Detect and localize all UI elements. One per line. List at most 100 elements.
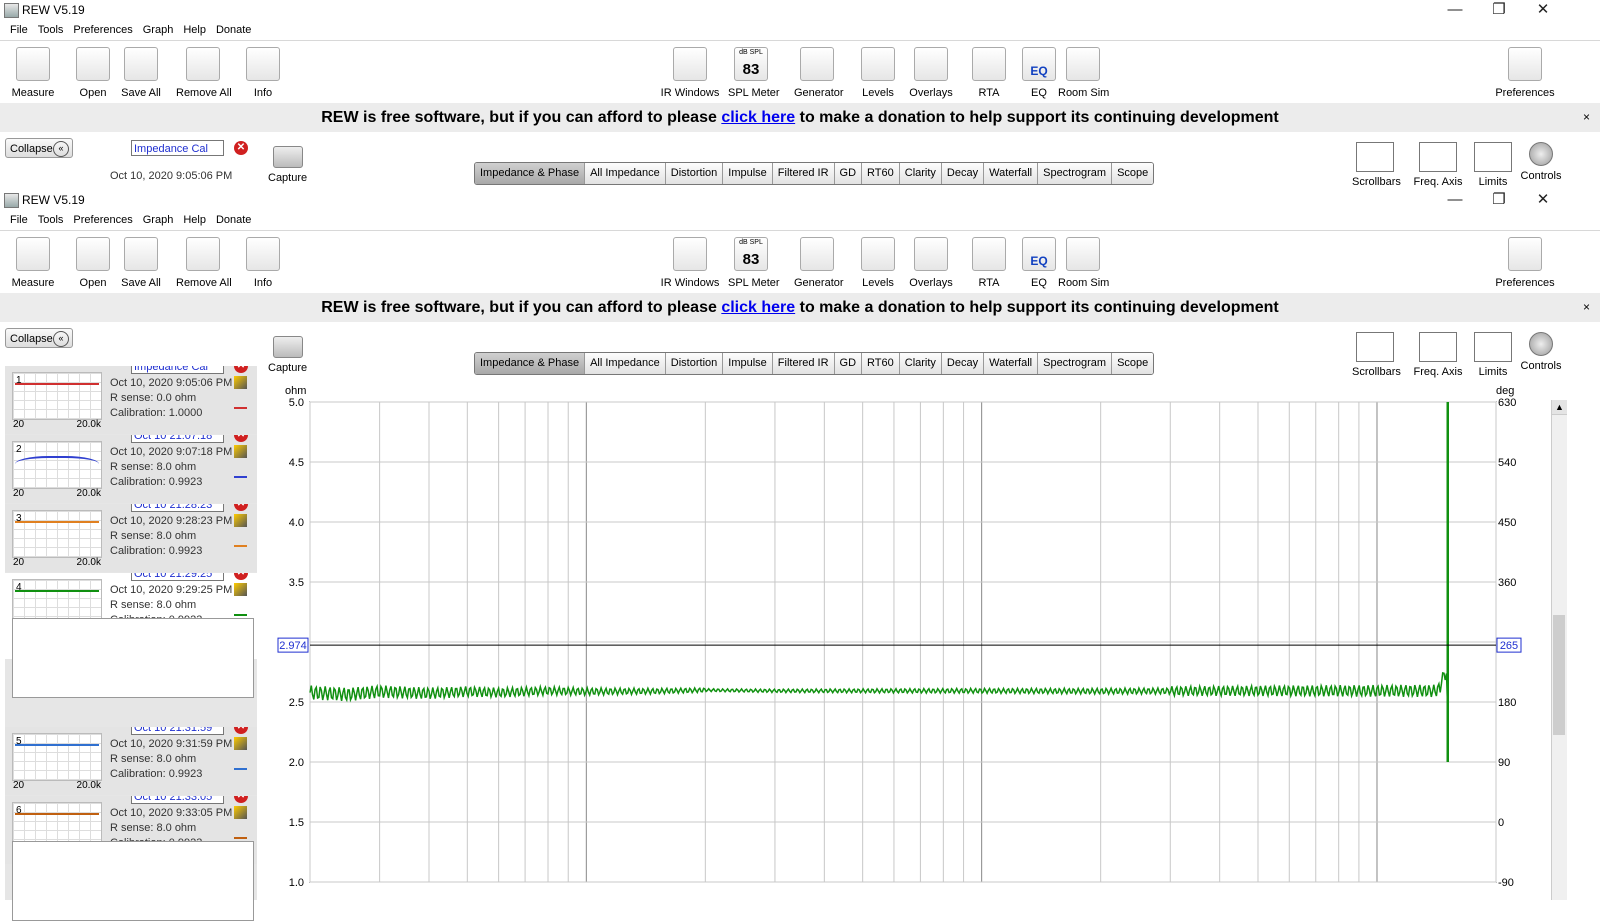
remove-measurement-icon[interactable]: ✕ [234, 573, 248, 580]
tab-waterfall[interactable]: Waterfall [984, 163, 1039, 184]
menu-help[interactable]: Help [183, 210, 206, 230]
controls-gear-button[interactable]: Controls [1518, 332, 1564, 372]
scrollbars-button[interactable]: Scrollbars [1352, 142, 1401, 188]
menu-donate[interactable]: Donate [216, 210, 251, 230]
rta-button[interactable]: RTA [966, 47, 1012, 99]
measure-button[interactable]: Measure [10, 237, 56, 289]
overlays-button[interactable]: Overlays [908, 237, 954, 289]
tab-distortion[interactable]: Distortion [665, 163, 724, 184]
minimize-button[interactable]: — [1432, 190, 1478, 210]
tab-filtered-ir[interactable]: Filtered IR [772, 353, 835, 374]
measurement-name-field[interactable]: Oct 10 21:31:59 [131, 727, 224, 735]
measurement-name-field[interactable]: Oct 10 21:33:05 [131, 796, 224, 804]
close-button[interactable]: ✕ [1520, 190, 1566, 210]
trace-color-icon[interactable] [234, 463, 247, 478]
scrollbars-button[interactable]: Scrollbars [1352, 332, 1401, 378]
tab-spectrogram[interactable]: Spectrogram [1038, 163, 1113, 184]
tab-gd[interactable]: GD [834, 163, 863, 184]
maximize-button[interactable]: ❐ [1476, 0, 1522, 20]
tab-scope[interactable]: Scope [1112, 163, 1154, 184]
remove-measurement-icon[interactable]: ✕ [234, 366, 248, 373]
menu-file[interactable]: File [10, 210, 28, 230]
capture-button[interactable]: Capture [268, 336, 307, 374]
collapse-button[interactable]: Collapse « [5, 138, 73, 158]
measurement-settings-icon[interactable] [234, 445, 247, 458]
tab-filtered-ir[interactable]: Filtered IR [772, 163, 835, 184]
remove-measurement-icon[interactable]: ✕ [234, 796, 248, 803]
banner-close-icon[interactable]: × [1583, 293, 1590, 322]
measurement-settings-icon[interactable] [234, 583, 247, 596]
tab-waterfall[interactable]: Waterfall [984, 353, 1039, 374]
menu-preferences[interactable]: Preferences [73, 210, 132, 230]
menu-tools[interactable]: Tools [38, 20, 64, 40]
rta-button[interactable]: RTA [966, 237, 1012, 289]
trace-color-icon[interactable] [234, 824, 247, 839]
menu-file[interactable]: File [10, 20, 28, 40]
tab-rt60[interactable]: RT60 [862, 163, 900, 184]
vertical-scrollbar[interactable]: ▲ [1551, 400, 1567, 900]
menu-graph[interactable]: Graph [143, 20, 174, 40]
tab-spectrogram[interactable]: Spectrogram [1038, 353, 1113, 374]
trace-color-icon[interactable] [234, 532, 247, 547]
menu-help[interactable]: Help [183, 20, 206, 40]
generator-button[interactable]: Generator [794, 237, 844, 289]
scroll-up-arrow[interactable]: ▲ [1552, 400, 1567, 415]
trace-color-icon[interactable] [234, 601, 247, 616]
menu-donate[interactable]: Donate [216, 20, 251, 40]
controls-gear-button[interactable]: Controls [1518, 142, 1564, 182]
close-button[interactable]: ✕ [1520, 0, 1566, 20]
tab-gd[interactable]: GD [834, 353, 863, 374]
measurement-name-field[interactable]: Oct 10 21:29:25 [131, 573, 224, 581]
tab-all-impedance[interactable]: All Impedance [585, 163, 666, 184]
spl-meter-button[interactable]: 83 dB SPL SPL Meter [728, 237, 780, 289]
freq-axis-button[interactable]: Freq. Axis [1410, 332, 1466, 378]
measurement-item[interactable]: 2 20 20.0k Oct 10, 2020 9:07:18 PM R sense: … [5, 435, 257, 503]
save-all-button[interactable]: Save All [118, 47, 164, 99]
minimize-button[interactable]: — [1432, 0, 1478, 20]
tab-impulse[interactable]: Impulse [723, 163, 773, 184]
measurement-settings-icon[interactable] [234, 737, 247, 750]
overlays-button[interactable]: Overlays [908, 47, 954, 99]
measurement-name-field[interactable]: Oct 10 21:28:23 [131, 504, 224, 512]
remove-all-button[interactable]: Remove All [176, 47, 232, 99]
menu-tools[interactable]: Tools [38, 210, 64, 230]
measurement-name-field[interactable]: Oct 10 21:07:18 [131, 435, 224, 443]
preferences-button[interactable]: Preferences [1494, 47, 1556, 99]
eq-button[interactable]: EQ EQ [1016, 47, 1062, 99]
measurement-name-field[interactable]: Impedance Cal [131, 366, 224, 374]
tab-impedance-phase[interactable]: Impedance & Phase [475, 163, 586, 184]
tab-decay[interactable]: Decay [941, 353, 985, 374]
room-sim-button[interactable]: Room Sim [1058, 47, 1109, 99]
trace-color-icon[interactable] [234, 394, 247, 409]
tab-rt60[interactable]: RT60 [862, 353, 900, 374]
ir-windows-button[interactable]: IR Windows [660, 237, 720, 289]
donate-link[interactable]: click here [721, 109, 795, 126]
open-button[interactable]: Open [70, 237, 116, 289]
levels-button[interactable]: Levels [855, 237, 901, 289]
tab-clarity[interactable]: Clarity [899, 353, 942, 374]
measurement-settings-icon[interactable] [234, 514, 247, 527]
maximize-button[interactable]: ❐ [1476, 190, 1522, 210]
menu-preferences[interactable]: Preferences [73, 20, 132, 40]
banner-close-icon[interactable]: × [1583, 103, 1590, 132]
spl-meter-button[interactable]: 83 dB SPL SPL Meter [728, 47, 780, 99]
measurement-item[interactable]: 3 20 20.0k Oct 10, 2020 9:28:23 PM R sense: … [5, 504, 257, 572]
remove-all-button[interactable]: Remove All [176, 237, 232, 289]
capture-button[interactable]: Capture [268, 146, 307, 184]
preferences-button[interactable]: Preferences [1494, 237, 1556, 289]
trace-color-icon[interactable] [234, 755, 247, 770]
tab-scope[interactable]: Scope [1112, 353, 1154, 374]
measurement-notes-area[interactable] [12, 841, 254, 921]
remove-measurement-icon[interactable]: ✕ [234, 727, 248, 734]
remove-measurement-icon[interactable]: ✕ [234, 504, 248, 511]
room-sim-button[interactable]: Room Sim [1058, 237, 1109, 289]
measurement-notes-area[interactable] [12, 618, 254, 698]
chart-svg[interactable]: 5.06304.55404.04503.53603.02702.51802.09… [258, 380, 1558, 900]
save-all-button[interactable]: Save All [118, 237, 164, 289]
measure-button[interactable]: Measure [10, 47, 56, 99]
tab-clarity[interactable]: Clarity [899, 163, 942, 184]
donate-link[interactable]: click here [721, 299, 795, 316]
ir-windows-button[interactable]: IR Windows [660, 47, 720, 99]
scroll-thumb[interactable] [1553, 615, 1565, 735]
measurement-item[interactable]: 1 20 20.0k Oct 10, 2020 9:05:06 PM R sense: … [5, 366, 257, 434]
